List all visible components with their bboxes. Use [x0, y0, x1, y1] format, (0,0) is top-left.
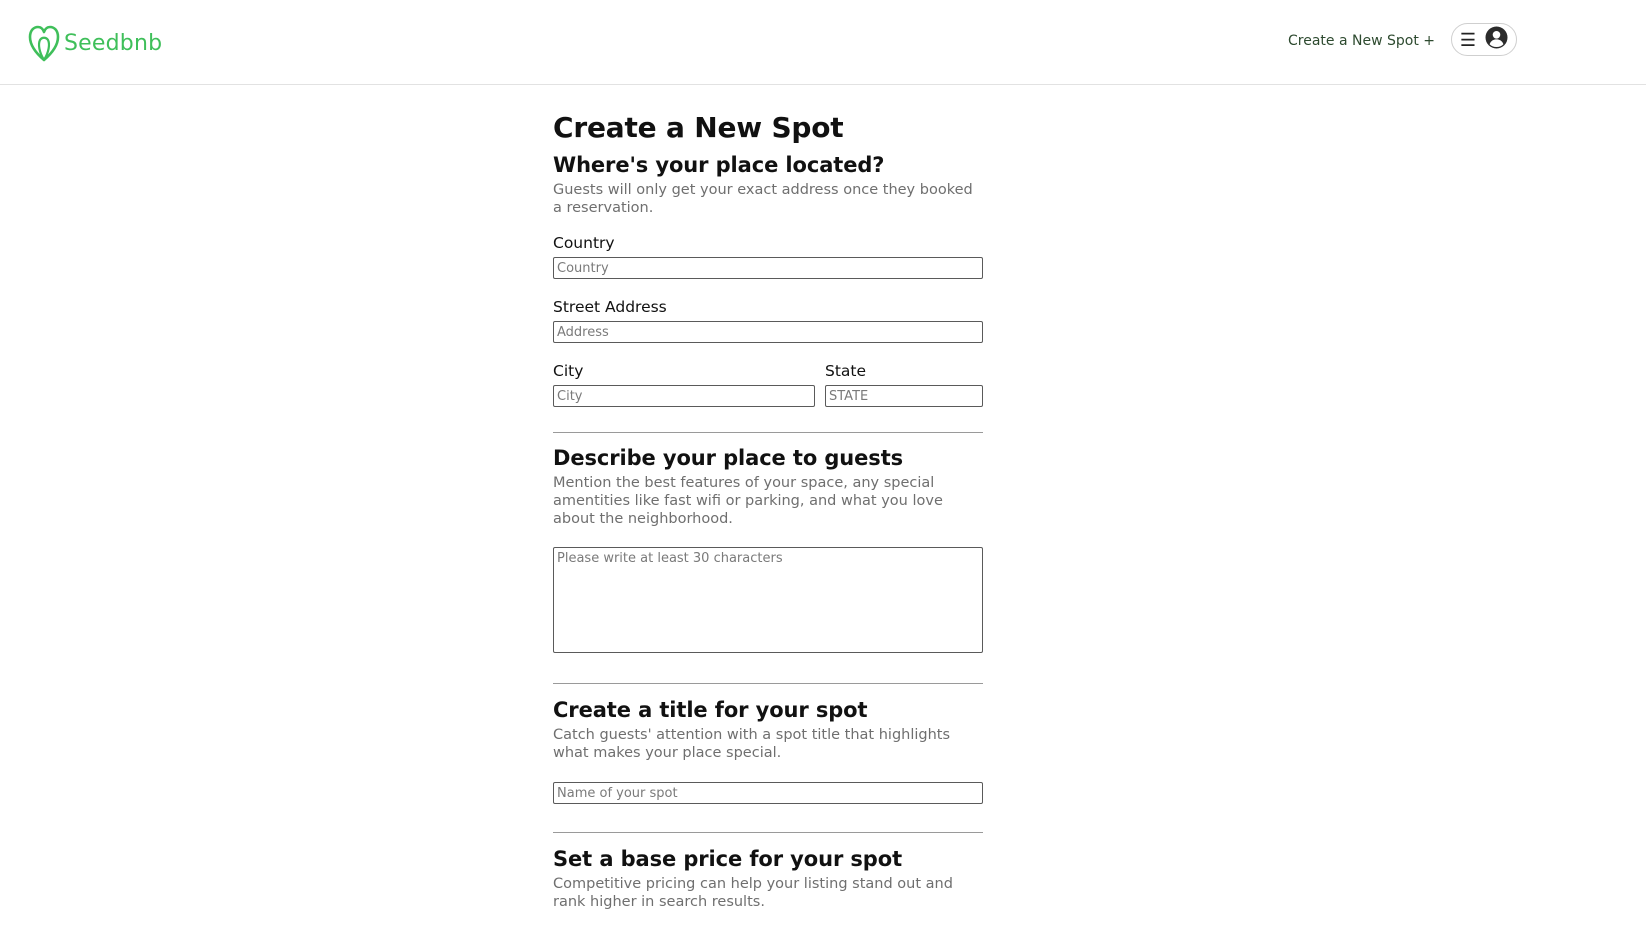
logo-text: Seedbnb	[64, 30, 163, 56]
city-label: City	[553, 362, 584, 380]
state-label: State	[825, 362, 867, 380]
description-textarea[interactable]	[553, 547, 983, 653]
spot-name-input[interactable]	[553, 782, 983, 804]
price-heading: Set a base price for your spot	[553, 847, 903, 871]
city-state-row: City State	[553, 361, 983, 407]
price-description: Competitive pricing can help your listin…	[553, 876, 953, 910]
location-heading: Where's your place located?	[553, 153, 885, 177]
state-input[interactable]	[825, 385, 983, 407]
state-field-group: State	[825, 361, 983, 407]
city-field-group: City	[553, 361, 815, 407]
title-description: Catch guests' attention with a spot titl…	[553, 727, 951, 761]
top-navigation-bar: Seedbnb Create a New Spot + ☰	[0, 0, 1646, 85]
section-divider	[553, 683, 983, 684]
describe-heading: Describe your place to guests	[553, 446, 904, 470]
page-title: Create a New Spot	[553, 111, 844, 144]
user-circle-icon	[1485, 26, 1508, 54]
location-description: Guests will only get your exact address …	[553, 182, 973, 216]
street-address-label: Street Address	[553, 298, 667, 316]
create-spot-form: Create a New Spot Where's your place loc…	[553, 108, 983, 911]
logo[interactable]: Seedbnb	[27, 24, 162, 62]
create-new-spot-link[interactable]: Create a New Spot +	[1288, 33, 1435, 49]
section-divider	[553, 432, 983, 433]
city-input[interactable]	[553, 385, 815, 407]
hamburger-icon: ☰	[1459, 29, 1477, 50]
seed-logo-icon	[27, 24, 61, 62]
street-field-group: Street Address	[553, 297, 983, 343]
street-address-input[interactable]	[553, 321, 983, 343]
profile-menu-button[interactable]: ☰	[1451, 23, 1517, 56]
country-input[interactable]	[553, 257, 983, 279]
title-heading: Create a title for your spot	[553, 698, 868, 722]
describe-description: Mention the best features of your space,…	[553, 475, 943, 527]
section-divider	[553, 832, 983, 833]
country-field-group: Country	[553, 233, 983, 279]
country-label: Country	[553, 234, 615, 252]
